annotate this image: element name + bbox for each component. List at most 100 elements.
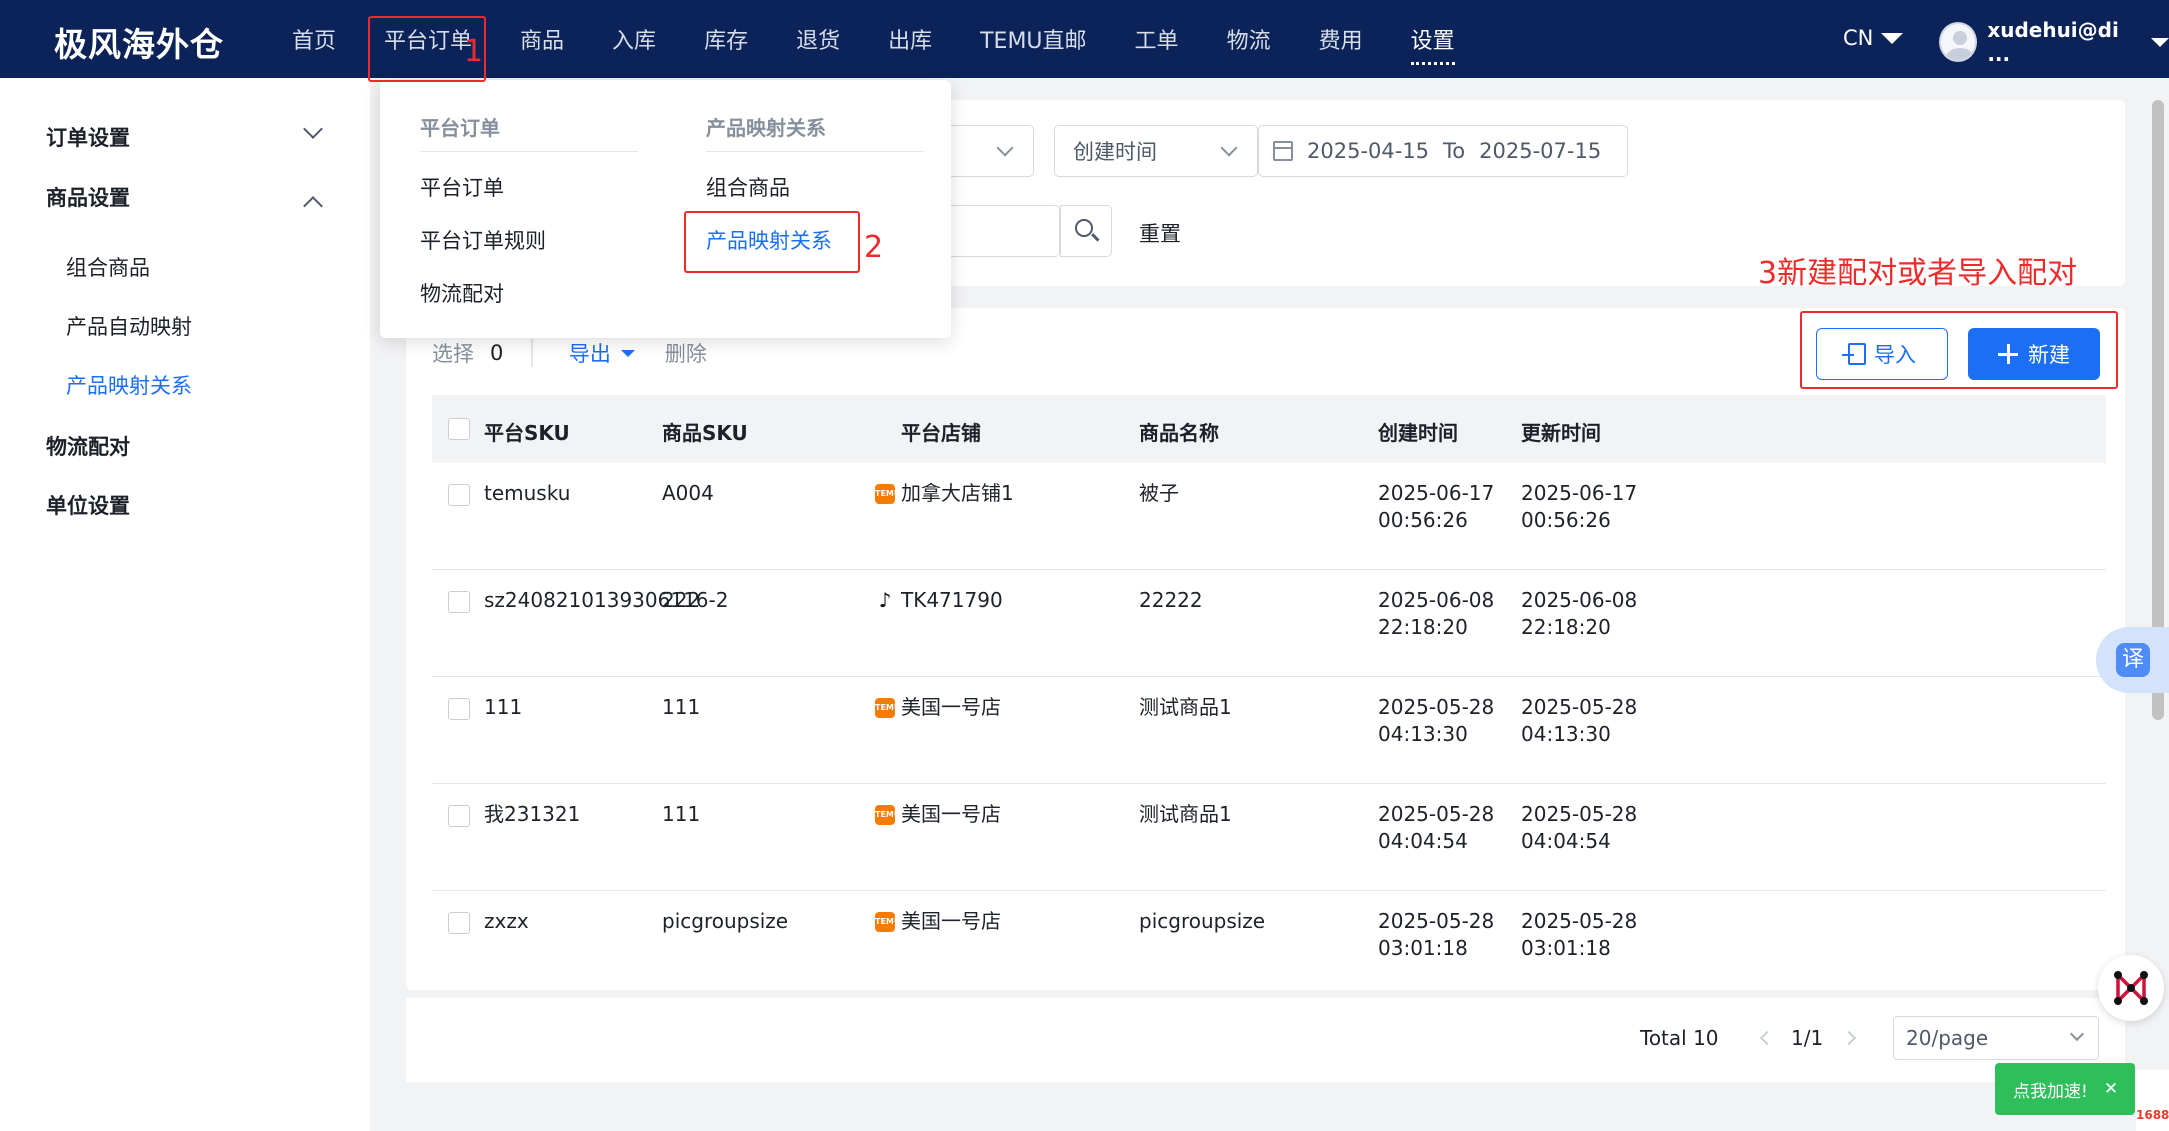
brand-logo[interactable]: 极风海外仓	[54, 18, 224, 66]
table-row[interactable]: 111 111 TEMU 美国一号店 测试商品1 2025-05-28 04:13:30 20…	[432, 677, 2106, 784]
nav-fees[interactable]: 费用	[1295, 0, 1387, 78]
nav-returns[interactable]: 退货	[772, 0, 864, 78]
row-checkbox[interactable]	[448, 591, 470, 613]
dropdown-col2-heading: 产品映射关系	[706, 112, 924, 152]
cell-created-time: 03:01:18	[1378, 936, 1468, 960]
nav-inventory[interactable]: 库存	[680, 0, 772, 78]
search-button[interactable]	[1060, 205, 1112, 257]
nav-logistics[interactable]: 物流	[1203, 0, 1295, 78]
speed-up-button[interactable]: 点我加速! ✕	[1995, 1063, 2135, 1115]
delete-button[interactable]: 删除	[665, 338, 707, 368]
nav-settings[interactable]: 设置	[1387, 0, 1479, 78]
table-row[interactable]: temusku A004 TEMU 加拿大店铺1 被子 2025-06-17 00:56:2…	[432, 463, 2106, 570]
chevron-down-icon	[2069, 1026, 2085, 1042]
reset-button[interactable]: 重置	[1139, 218, 1181, 248]
translate-widget[interactable]: 译	[2096, 627, 2169, 693]
table-row[interactable]: 我231321 111 TEMU 美国一号店 测试商品1 2025-05-28 04:04:…	[432, 784, 2106, 891]
th-created-at[interactable]: 创建时间	[1378, 417, 1458, 446]
prev-page-icon[interactable]	[1759, 1030, 1775, 1046]
table-row[interactable]: sz2408210139306116-2 222 ♪ TK471790 22222 202…	[432, 570, 2106, 677]
mapping-table-panel: 选择 0 导出 删除 导入 新建 平台SKU 商品SKU 平台店铺 商品名称 创…	[406, 308, 2125, 990]
cell-created-date: 2025-06-08	[1378, 588, 1495, 612]
sidebar-group-logistics-pairing[interactable]: 物流配对	[46, 431, 130, 461]
cell-platform-sku: temusku	[484, 481, 571, 505]
cell-product-name: 测试商品1	[1139, 802, 1232, 826]
cell-updated-time: 00:56:26	[1521, 508, 1611, 532]
cell-created-date: 2025-05-28	[1378, 802, 1495, 826]
network-icon	[2114, 971, 2148, 1005]
nav-products[interactable]: 商品	[496, 0, 588, 78]
temu-icon: TEMU	[875, 483, 900, 504]
menu-item-platform-orders[interactable]: 平台订单	[420, 172, 504, 202]
cell-product-name: picgroupsize	[1139, 909, 1266, 933]
menu-item-logistics-pairing[interactable]: 物流配对	[420, 278, 504, 308]
sidebar-group-unit-settings[interactable]: 单位设置	[46, 490, 130, 520]
chevron-down-icon	[996, 139, 1014, 157]
search-input[interactable]	[946, 205, 1060, 257]
sidebar-item-product-mapping[interactable]: 产品映射关系	[66, 370, 192, 400]
shop-name: 美国一号店	[901, 802, 1001, 826]
language-switcher[interactable]: CN	[1843, 26, 1904, 50]
sidebar-group-order-settings[interactable]: 订单设置	[46, 122, 130, 152]
shop-name: 美国一号店	[901, 909, 1001, 933]
cell-shop: TEMU 美国一号店	[875, 801, 1001, 828]
speed-up-label: 点我加速!	[2013, 1081, 2088, 1102]
cell-product-sku: 111	[662, 802, 701, 826]
platform-orders-dropdown: 平台订单 平台订单 平台订单规则 物流配对 产品映射关系 组合商品 产品映射关系	[380, 80, 951, 338]
date-to[interactable]: 2025-07-15	[1479, 139, 1601, 163]
th-platform-sku[interactable]: 平台SKU	[484, 417, 570, 446]
sidebar-item-auto-mapping[interactable]: 产品自动映射	[66, 311, 192, 341]
close-icon[interactable]: ✕	[2104, 1079, 2118, 1099]
annotation-number-1: 1	[464, 34, 484, 69]
select-label: 选择	[432, 342, 474, 366]
row-checkbox[interactable]	[448, 912, 470, 934]
table-row[interactable]: zxzx picgroupsize TEMU 美国一号店 picgroupsize 202…	[432, 891, 2106, 990]
row-checkbox[interactable]	[448, 484, 470, 506]
user-menu[interactable]: xudehui@di ...	[1939, 18, 2169, 66]
time-type-select[interactable]: 创建时间	[1054, 125, 1258, 177]
annotation-text-3: 3新建配对或者导入配对	[1758, 256, 2078, 291]
menu-item-order-rules[interactable]: 平台订单规则	[420, 225, 546, 255]
row-checkbox[interactable]	[448, 698, 470, 720]
page-indicator: 1/1	[1791, 1026, 1824, 1050]
shop-name: 美国一号店	[901, 695, 1001, 719]
date-from[interactable]: 2025-04-15	[1307, 139, 1429, 163]
sidebar-item-combo-products[interactable]: 组合商品	[66, 252, 150, 282]
cell-shop: TEMU 美国一号店	[875, 908, 1001, 935]
temu-icon: TEMU	[875, 804, 900, 825]
cell-platform-sku: 111	[484, 695, 523, 719]
row-checkbox[interactable]	[448, 805, 470, 827]
menu-item-combo-products[interactable]: 组合商品	[706, 172, 790, 202]
ai-assistant-button[interactable]	[2098, 955, 2164, 1021]
export-button[interactable]: 导出	[569, 338, 635, 368]
annotation-box-3	[1800, 311, 2118, 389]
caret-down-icon	[2151, 37, 2169, 47]
nav-temu-direct[interactable]: TEMU直邮	[956, 0, 1110, 78]
select-all-checkbox[interactable]	[448, 418, 470, 440]
next-page-icon[interactable]	[1841, 1030, 1857, 1046]
sidebar: 订单设置 商品设置 组合商品 产品自动映射 产品映射关系 物流配对 单位设置	[0, 78, 370, 1131]
nav-outbound[interactable]: 出库	[864, 0, 956, 78]
nav-home[interactable]: 首页	[268, 0, 360, 78]
th-updated-at[interactable]: 更新时间	[1521, 417, 1601, 446]
nav-inbound[interactable]: 入库	[588, 0, 680, 78]
chevron-up-icon[interactable]	[303, 196, 323, 216]
cell-created-time: 22:18:20	[1378, 615, 1468, 639]
th-product-sku[interactable]: 商品SKU	[662, 417, 748, 446]
th-product-name[interactable]: 商品名称	[1139, 417, 1219, 446]
cell-created-date: 2025-06-17	[1378, 481, 1495, 505]
cell-shop: TEMU 加拿大店铺1	[875, 480, 1014, 507]
translate-icon: 译	[2116, 643, 2150, 677]
badge-1688[interactable]: 1688	[2136, 1070, 2169, 1131]
th-platform-shop[interactable]: 平台店铺	[901, 417, 981, 446]
cell-created-time: 00:56:26	[1378, 508, 1468, 532]
nav-tickets[interactable]: 工单	[1111, 0, 1203, 78]
caret-down-icon	[1881, 32, 1904, 44]
page-size-select[interactable]: 20/page	[1893, 1016, 2099, 1060]
chevron-down-icon[interactable]	[303, 119, 323, 139]
cell-product-sku: A004	[662, 481, 714, 505]
date-range-picker[interactable]: 2025-04-15 To 2025-07-15	[1258, 125, 1628, 177]
bulk-toolbar: 选择 0 导出 删除	[432, 338, 707, 368]
sidebar-group-product-settings[interactable]: 商品设置	[46, 182, 130, 212]
cell-product-name: 测试商品1	[1139, 695, 1232, 719]
